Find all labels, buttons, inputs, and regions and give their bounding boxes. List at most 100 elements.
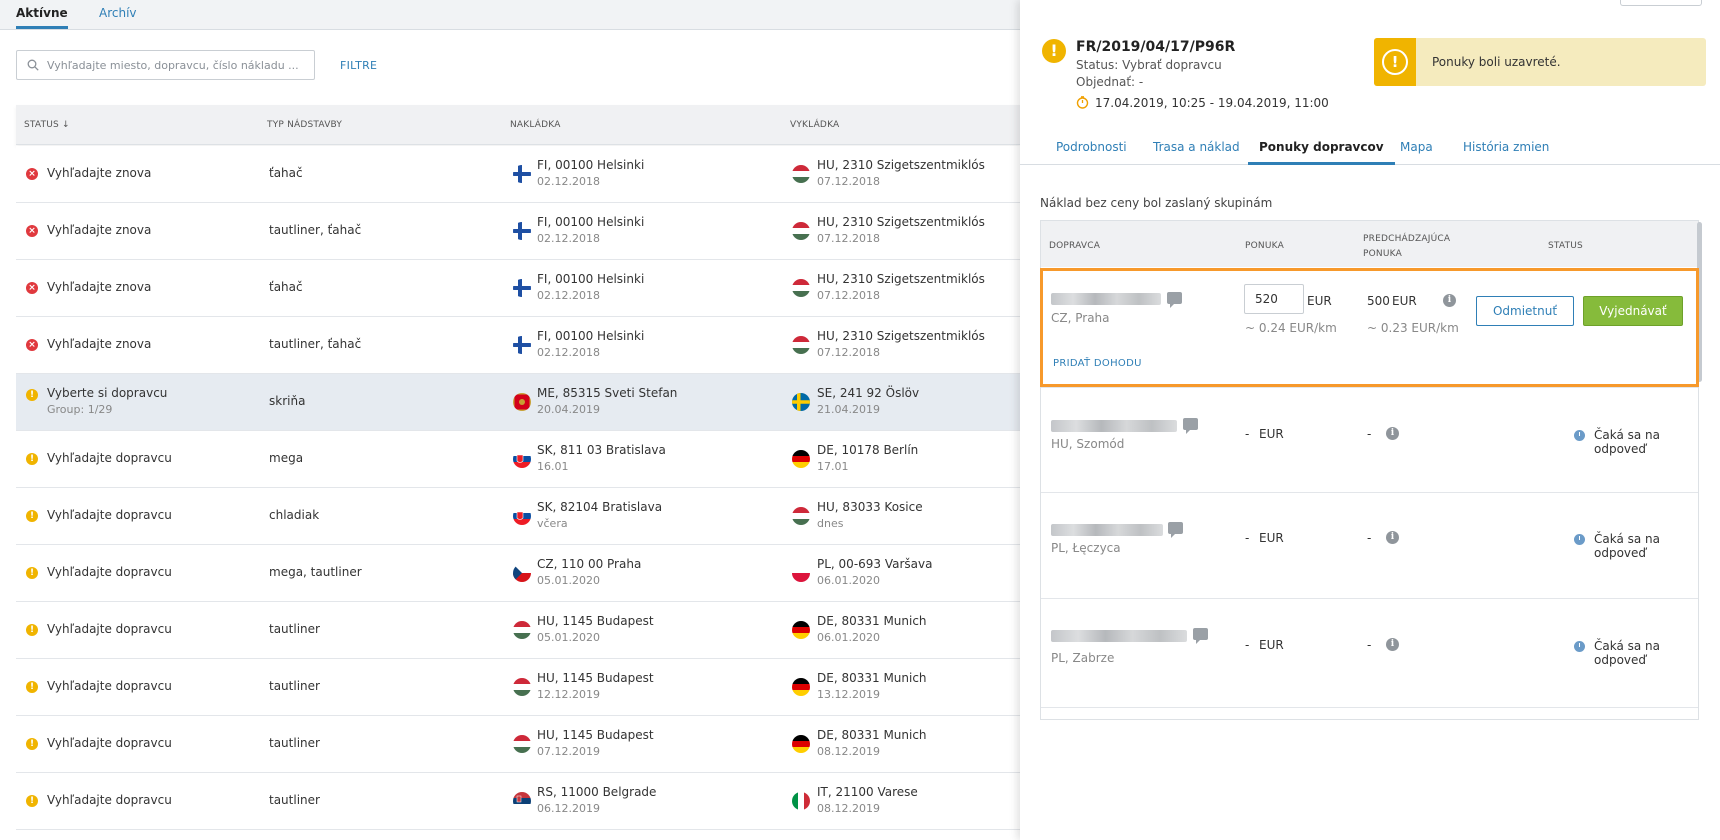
row-unloading-date: 13.12.2019 [817,688,880,701]
row-loading-place: HU, 1145 Budapest [537,728,654,742]
chat-icon[interactable] [1183,418,1198,434]
row-status-group: Group: 1/29 [47,403,113,416]
table-row[interactable]: ! Vyhľadajte dopravcu mega SK, 811 03 Brati… [16,431,1020,488]
row-loading-place: SK, 82104 Bratislava [537,500,663,514]
offer-row: PL, Łęczyca - EUR - i Čaká sa na odpoveď [1041,494,1698,599]
detail-tabs: Podrobnosti Trasa a náklad Ponuky doprav… [1020,135,1720,165]
error-icon: × [26,168,38,180]
timer-icon [1076,96,1089,109]
table-row[interactable]: ! Vyhľadajte dopravcu mega, tautliner CZ, 1… [16,545,1020,602]
order-ordered: Objednať: - [1076,75,1144,89]
table-row[interactable]: ! Vyhľadajte dopravcu tautliner HU, 1145 Bu… [16,659,1020,716]
notice-text: Ponuky boli uzavreté. [1432,55,1561,69]
list-tabs: Aktívne Archív [0,0,1020,30]
selected-offer-highlight [1040,268,1699,387]
tab-active[interactable]: Aktívne [16,6,68,29]
warning-icon: ! [26,453,38,465]
header-unloading[interactable]: VYKLÁDKA [790,120,839,130]
header-type[interactable]: TYP NÁDSTAVBY [267,120,342,130]
info-icon[interactable]: i [1386,531,1399,544]
row-loading-place: FI, 00100 Helsinki [537,329,645,343]
warning-icon: ! [26,795,38,807]
flag-se-icon [792,393,810,411]
close-button[interactable] [1620,0,1702,6]
chat-icon[interactable] [1168,522,1183,538]
tab-archive[interactable]: Archív [99,6,137,20]
tab-route-cargo[interactable]: Trasa a náklad [1153,140,1240,154]
row-status: Vyhľadajte znova [47,223,152,237]
offer-currency: EUR [1259,531,1284,545]
tab-history[interactable]: História zmien [1463,140,1549,154]
row-status: Vyhľadajte dopravcu [47,622,172,636]
flag-cz-icon [513,564,531,582]
table-row[interactable]: ! Vyhľadajte dopravcu tautliner HU, 1145 Bu… [16,716,1020,773]
flag-fi-icon [513,336,531,354]
table-row[interactable]: ! Vyhľadajte dopravcu tautliner HU, 1145 Bu… [16,602,1020,659]
flag-fi-icon [513,165,531,183]
row-loading-date: 02.12.2018 [537,175,600,188]
info-icon[interactable]: i [1386,427,1399,440]
table-row[interactable]: ! Vyhľadajte dopravcu tautliner RS, 11000 B… [16,773,1020,830]
row-loading-date: 02.12.2018 [537,289,600,302]
add-deal-link[interactable]: PRIDAŤ DOHODU [1053,358,1142,369]
table-row[interactable]: ! Vyberte si dopravcu Group: 1/29 skriňa ME,… [16,374,1020,431]
row-unloading-date: 21.04.2019 [817,403,880,416]
row-status: Vyhľadajte znova [47,166,152,180]
flag-hu-icon [792,165,810,183]
decline-button[interactable]: Odmietnuť [1476,296,1574,326]
table-row[interactable]: × Vyhľadajte znova ťahač FI, 00100 Helsinki… [16,260,1020,317]
chat-icon[interactable] [1193,628,1208,644]
offer-status: Čaká sa na odpoveď [1594,532,1661,560]
flag-de-icon [792,735,810,753]
row-loading-place: FI, 00100 Helsinki [537,272,645,286]
row-loading-date: 05.01.2020 [537,631,600,644]
previous-offer-value: - [1367,531,1372,545]
previous-offer-value: - [1367,427,1372,441]
header-previous-offer: PREDCHÁDZAJÚCA PONUKA [1363,234,1451,259]
row-body-type: ťahač [269,166,303,180]
warning-icon: ! [26,738,38,750]
flag-hu-icon [792,279,810,297]
row-unloading-date: 06.01.2020 [817,631,880,644]
table-row[interactable]: ! Vyhľadajte dopravcu chladiak SK, 82104 Br… [16,488,1020,545]
negotiate-button[interactable]: Vyjednávať [1583,296,1683,326]
clock-icon [1574,534,1585,545]
row-status: Vyhľadajte znova [47,337,152,351]
error-icon: × [26,282,38,294]
warning-icon: ! [1382,49,1408,75]
table-row[interactable]: × Vyhľadajte znova ťahač FI, 00100 Helsinki… [16,146,1020,203]
tab-carrier-offers[interactable]: Ponuky dopravcov [1248,140,1395,165]
row-unloading-place: DE, 80331 Munich [817,728,927,742]
flag-pl-icon [792,564,810,582]
clock-icon [1574,430,1585,441]
info-icon[interactable]: i [1386,638,1399,651]
filter-button[interactable]: FILTRE [340,59,377,72]
row-body-type: tautliner [269,622,320,636]
header-loading[interactable]: NAKLÁDKA [510,120,561,130]
previous-offer-value: - [1367,638,1372,652]
flag-sk-icon [513,450,531,468]
row-loading-place: FI, 00100 Helsinki [537,158,645,172]
offer-status: Čaká sa na odpoveď [1594,639,1661,667]
search-box[interactable] [16,50,315,80]
offer-price-input[interactable] [1244,284,1304,314]
offers-closed-notice: ! Ponuky boli uzavreté. [1374,38,1706,86]
carrier-location: PL, Łęczyca [1051,541,1121,555]
offer-currency: EUR [1259,638,1284,652]
loads-table-body: × Vyhľadajte znova ťahač FI, 00100 Helsinki… [16,146,1020,830]
row-loading-date: 06.12.2019 [537,802,600,815]
header-offer: PONUKA [1245,241,1284,251]
search-input[interactable] [47,55,307,75]
row-body-type: tautliner [269,736,320,750]
table-row[interactable]: × Vyhľadajte znova tautliner, ťahač FI, 001… [16,317,1020,374]
tab-details[interactable]: Podrobnosti [1056,140,1127,154]
row-loading-place: RS, 11000 Belgrade [537,785,657,799]
flag-rs-icon [513,792,531,810]
header-status[interactable]: STATUS ↓ [24,120,70,130]
tab-map[interactable]: Mapa [1400,140,1433,154]
table-row[interactable]: × Vyhľadajte znova tautliner, ťahač FI, 001… [16,203,1020,260]
row-loading-date: 05.01.2020 [537,574,600,587]
offer-row: PL, Zabrze - EUR - i Čaká sa na odpoveď [1041,600,1698,708]
flag-hu-icon [513,621,531,639]
row-unloading-place: PL, 00-693 Varšava [817,557,933,571]
